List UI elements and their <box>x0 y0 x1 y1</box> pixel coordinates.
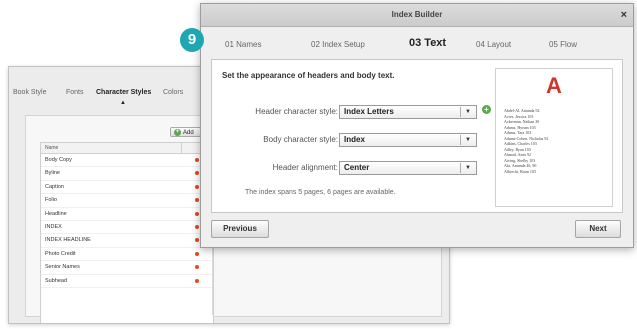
style-name: Subhead <box>45 277 68 284</box>
style-name: Photo Credit <box>45 250 76 257</box>
dialog-title: Index Builder <box>391 10 443 19</box>
tab-fonts[interactable]: Fonts <box>66 89 84 96</box>
styles-list-panel: + Add Name Body Copy Byline Caption Foli… <box>40 125 214 323</box>
delete-dot-icon[interactable] <box>195 158 199 162</box>
step-flow[interactable]: 05 Flow <box>549 40 577 49</box>
table-row[interactable]: Headline <box>41 208 213 221</box>
add-style-button[interactable]: + Add <box>170 127 204 137</box>
chevron-down-icon: ▼ <box>460 135 475 145</box>
header-style-label: Header character style: <box>255 107 338 116</box>
chevron-down-icon: ▼ <box>460 107 475 117</box>
header-style-value: Index Letters <box>344 107 394 116</box>
chevron-down-icon: ▼ <box>460 163 475 173</box>
preview-entries: Abdel-Al, Amanda 92 Acres, Jessica 103 A… <box>504 108 548 174</box>
preview-entry: Albrecht, Brian 103 <box>504 168 536 174</box>
table-row[interactable]: Body Copy <box>41 154 213 168</box>
delete-dot-icon[interactable] <box>195 238 199 243</box>
plus-circle-icon[interactable]: + <box>482 105 491 114</box>
step-index-setup[interactable]: 02 Index Setup <box>311 40 365 49</box>
step-names[interactable]: 01 Names <box>225 40 261 49</box>
table-row[interactable]: Caption <box>41 181 213 195</box>
next-button[interactable]: Next <box>575 220 621 238</box>
delete-dot-icon[interactable] <box>195 171 199 176</box>
style-name: Headline <box>45 210 67 217</box>
header-alignment-select[interactable]: Center ▼ <box>339 161 477 175</box>
style-name: Folio <box>45 197 57 204</box>
panel-heading: Set the appearance of headers and body t… <box>222 71 395 80</box>
wizard-steps: 01 Names 02 Index Setup 03 Text 04 Layou… <box>201 30 633 54</box>
step-text[interactable]: 03 Text <box>409 37 446 49</box>
add-style-label: Add <box>183 130 194 136</box>
header-alignment-value: Center <box>344 163 370 172</box>
styles-table: Name Body Copy Byline Caption Folio Head… <box>40 142 214 323</box>
delete-dot-icon[interactable] <box>195 265 199 270</box>
table-row[interactable]: Subhead <box>41 275 213 288</box>
tab-book-style[interactable]: Book Style <box>13 89 46 96</box>
tab-colors[interactable]: Colors <box>163 89 183 96</box>
delete-dot-icon[interactable] <box>195 184 199 189</box>
body-style-label: Body character style: <box>263 135 338 144</box>
close-icon[interactable]: × <box>621 4 627 26</box>
page-count-info: The index spans 5 pages, 6 pages are ava… <box>245 189 396 196</box>
name-column-header[interactable]: Name <box>45 145 58 151</box>
delete-dot-icon[interactable] <box>195 198 199 203</box>
delete-dot-icon[interactable] <box>195 224 199 229</box>
delete-dot-icon[interactable] <box>195 278 199 283</box>
active-tab-caret-icon: ▲ <box>120 100 126 106</box>
style-name: Senior Names <box>45 264 80 271</box>
preview-header-letter: A <box>546 73 562 98</box>
table-row[interactable]: INDEX <box>41 221 213 235</box>
index-builder-dialog: Index Builder × 01 Names 02 Index Setup … <box>200 3 634 248</box>
style-name: Byline <box>45 170 60 177</box>
table-row[interactable]: Photo Credit <box>41 248 213 262</box>
index-preview: A Abdel-Al, Amanda 92 Acres, Jessica 103… <box>495 68 613 207</box>
column-divider <box>181 143 182 153</box>
style-name: INDEX HEADLINE <box>45 237 91 244</box>
body-style-select[interactable]: Index ▼ <box>339 133 477 147</box>
body-style-value: Index <box>344 135 365 144</box>
tab-character-styles[interactable]: Character Styles <box>96 89 151 96</box>
plus-circle-icon: + <box>174 129 181 136</box>
step-callout-badge: 9 <box>180 28 204 52</box>
previous-button[interactable]: Previous <box>211 220 269 238</box>
table-row[interactable]: Folio <box>41 194 213 208</box>
delete-dot-icon[interactable] <box>195 251 199 256</box>
style-name: Body Copy <box>45 157 72 163</box>
style-name: Caption <box>45 183 64 190</box>
style-name: INDEX <box>45 223 62 230</box>
delete-dot-icon[interactable] <box>195 211 199 216</box>
dialog-titlebar[interactable]: Index Builder × <box>201 4 633 27</box>
header-alignment-label: Header alignment: <box>272 163 338 172</box>
step-layout[interactable]: 04 Layout <box>476 40 511 49</box>
table-row[interactable]: INDEX HEADLINE <box>41 234 213 248</box>
header-style-select[interactable]: Index Letters ▼ <box>339 105 477 119</box>
table-row[interactable]: Byline <box>41 167 213 181</box>
table-row[interactable]: Senior Names <box>41 261 213 275</box>
text-settings-panel: Set the appearance of headers and body t… <box>211 59 623 213</box>
table-header: Name <box>41 143 213 154</box>
